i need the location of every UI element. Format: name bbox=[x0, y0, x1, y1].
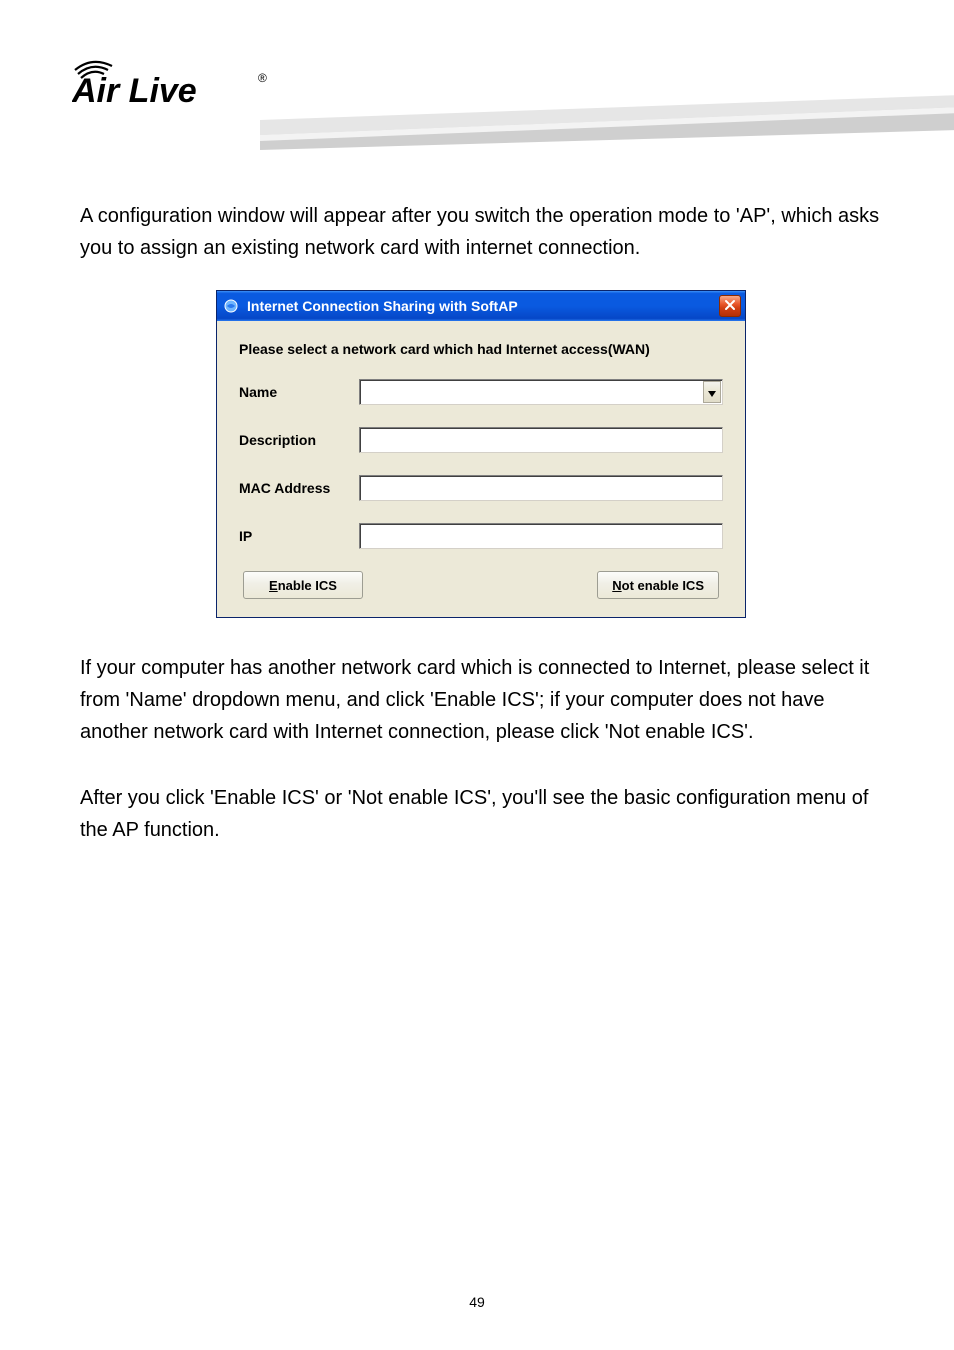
enable-mnemonic: E bbox=[269, 578, 278, 593]
paragraph-after: After you click 'Enable ICS' or 'Not ena… bbox=[80, 782, 882, 846]
page-content: A configuration window will appear after… bbox=[0, 140, 954, 846]
ip-field bbox=[359, 523, 723, 549]
chevron-down-icon bbox=[708, 385, 716, 400]
name-dropdown[interactable] bbox=[359, 379, 723, 405]
page-header: Air Live ® bbox=[0, 0, 954, 140]
dialog-button-row: Enable ICS Not enable ICS bbox=[239, 571, 723, 599]
row-mac: MAC Address bbox=[239, 475, 723, 501]
label-description: Description bbox=[239, 432, 359, 448]
label-name: Name bbox=[239, 384, 359, 400]
dialog-screenshot: Internet Connection Sharing with SoftAP … bbox=[80, 290, 882, 618]
svg-text:Air Live: Air Live bbox=[72, 72, 197, 110]
notenable-label-rest: ot enable ICS bbox=[622, 578, 704, 593]
dropdown-button[interactable] bbox=[703, 381, 721, 403]
app-icon bbox=[223, 298, 239, 314]
mac-field bbox=[359, 475, 723, 501]
ics-dialog: Internet Connection Sharing with SoftAP … bbox=[216, 290, 746, 618]
not-enable-ics-button[interactable]: Not enable ICS bbox=[597, 571, 719, 599]
svg-text:®: ® bbox=[258, 71, 267, 85]
enable-ics-button[interactable]: Enable ICS bbox=[243, 571, 363, 599]
close-icon bbox=[724, 299, 736, 314]
row-description: Description bbox=[239, 427, 723, 453]
row-name: Name bbox=[239, 379, 723, 405]
close-button[interactable] bbox=[719, 295, 741, 317]
dialog-body: Please select a network card which had I… bbox=[217, 321, 745, 617]
airlive-logo: Air Live ® bbox=[72, 48, 272, 110]
row-ip: IP bbox=[239, 523, 723, 549]
notenable-mnemonic: N bbox=[612, 578, 621, 593]
label-mac: MAC Address bbox=[239, 480, 359, 496]
paragraph-intro: A configuration window will appear after… bbox=[80, 200, 882, 264]
dialog-prompt: Please select a network card which had I… bbox=[239, 341, 723, 357]
paragraph-explain: If your computer has another network car… bbox=[80, 652, 882, 748]
dialog-title: Internet Connection Sharing with SoftAP bbox=[243, 298, 719, 314]
page-number: 49 bbox=[0, 1294, 954, 1310]
dialog-titlebar: Internet Connection Sharing with SoftAP bbox=[217, 291, 745, 321]
description-field bbox=[359, 427, 723, 453]
enable-label-rest: nable ICS bbox=[278, 578, 337, 593]
label-ip: IP bbox=[239, 528, 359, 544]
header-swoosh-front bbox=[260, 95, 954, 150]
